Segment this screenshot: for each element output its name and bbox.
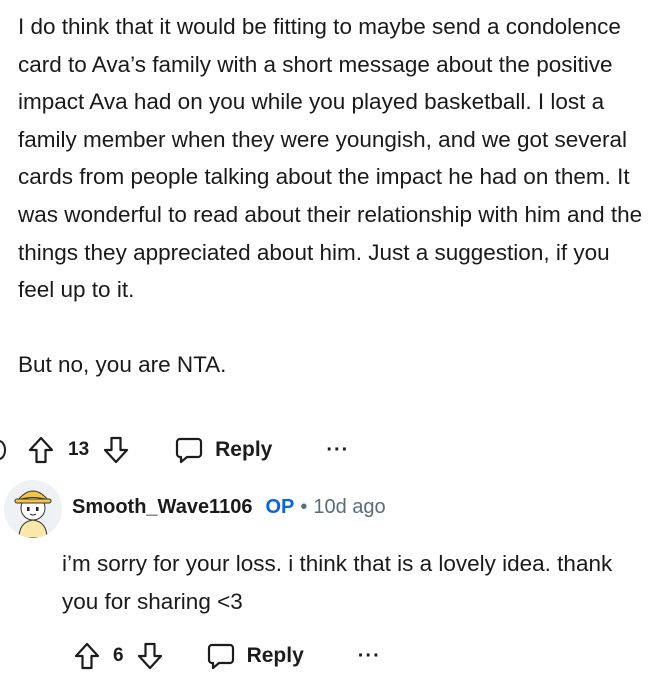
vote-count: 13 [68, 439, 90, 460]
reply-label: Reply [215, 438, 273, 461]
vote-group: 6 [70, 639, 167, 673]
reply-text: i’m sorry for your loss. i think that is… [62, 551, 613, 614]
comment-bubble-icon [173, 434, 205, 466]
reply-label: Reply [246, 644, 304, 667]
downvote-icon[interactable] [133, 639, 167, 673]
vote-group: 13 [24, 433, 133, 467]
username[interactable]: Smooth_Wave1106 [72, 496, 252, 519]
reply-button[interactable]: Reply [205, 640, 304, 672]
comment-paragraph: I do think that it would be fitting to m… [18, 14, 643, 303]
more-icon: ··· [357, 645, 381, 667]
op-badge: OP [265, 496, 295, 518]
avatar[interactable] [4, 480, 62, 538]
comment-body: I do think that it would be fitting to m… [18, 8, 648, 383]
vote-count: 6 [113, 645, 124, 666]
reply-body: i’m sorry for your loss. i think that is… [62, 545, 652, 620]
reply-header: Smooth_Wave1106 OP • 10d ago [72, 496, 386, 519]
comment-bubble-icon [205, 640, 237, 672]
more-icon: ··· [326, 439, 350, 461]
comment-paragraph: But no, you are NTA. [18, 351, 227, 377]
separator-dot: • [300, 496, 308, 518]
upvote-icon[interactable] [70, 639, 104, 673]
comment-action-bar: 13 Reply ··· [0, 432, 349, 468]
upvote-icon[interactable] [24, 433, 58, 467]
reply-button[interactable]: Reply [173, 434, 272, 466]
more-options-button[interactable]: ··· [326, 440, 349, 460]
more-options-button[interactable]: ··· [358, 646, 381, 666]
reply-action-bar: 6 Reply ··· [70, 638, 381, 674]
downvote-icon[interactable] [99, 433, 133, 467]
timestamp[interactable]: 10d ago [313, 496, 385, 519]
